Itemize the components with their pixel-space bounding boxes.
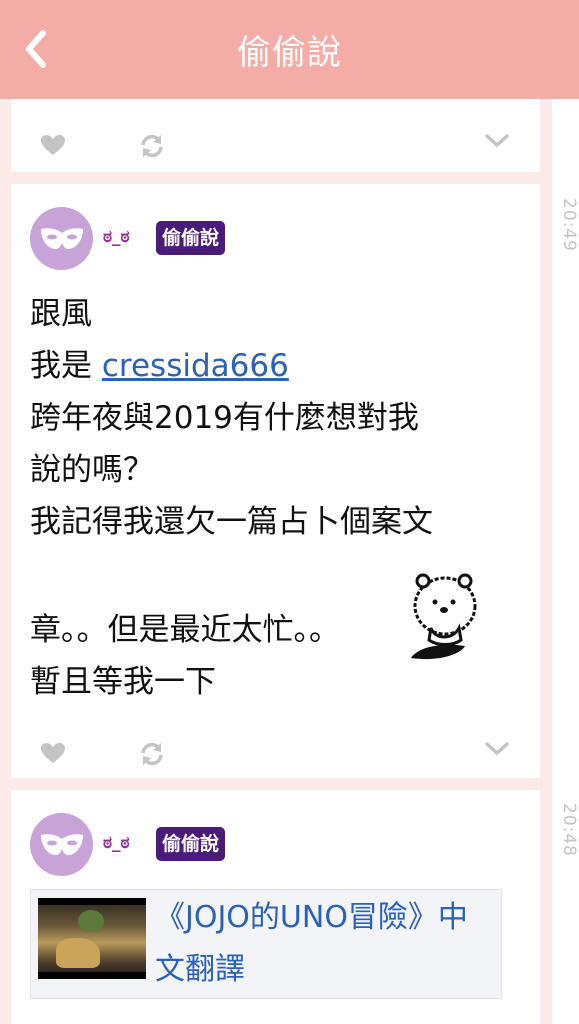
post-card: ಠ_ಠ 偷偷說 跟風 我是 cressida666 跨年夜與2019有什麼想對我… [11, 184, 540, 778]
post-line: 我是 cressida666 [30, 340, 510, 392]
thumbnail-bar [38, 898, 146, 905]
avatar[interactable] [30, 813, 93, 876]
bear-sticker-icon [411, 573, 477, 660]
avatar[interactable] [30, 207, 93, 270]
mask-icon [40, 833, 83, 855]
thumbnail-plant [78, 910, 104, 932]
username[interactable]: ಠ_ಠ [103, 833, 130, 853]
back-button[interactable] [16, 26, 56, 72]
post-timestamp: 20:48 [559, 803, 579, 857]
board-tag[interactable]: 偷偷說 [156, 221, 226, 255]
thumbnail-figure [56, 938, 100, 968]
repost-icon[interactable] [139, 741, 165, 767]
post-line: 跟風 [30, 296, 92, 332]
heart-icon[interactable] [40, 742, 66, 764]
heart-icon[interactable] [40, 134, 66, 156]
post-line-text: 我是 [30, 348, 92, 384]
username[interactable]: ಠ_ಠ [103, 227, 130, 247]
chevron-left-icon [26, 30, 46, 68]
board-tag[interactable]: 偷偷說 [156, 827, 226, 861]
post-timestamp: 20:49 [559, 198, 579, 252]
chevron-down-icon[interactable] [484, 132, 510, 150]
post-card-previous [11, 99, 540, 172]
post-actions [11, 735, 540, 771]
post-line: 暫且等我一下 [30, 664, 216, 700]
post-line: 我記得我還欠一篇占卜個案文 [30, 504, 433, 540]
app-header: 偷偷說 [0, 0, 579, 99]
post-actions [11, 127, 540, 163]
mention-link[interactable]: cressida666 [102, 348, 289, 384]
thumbnail-bar [38, 972, 146, 979]
post-line: 說的嗎？ [30, 452, 154, 488]
post-card: ಠ_ಠ 偷偷說 《JOJO的UNO冒險》中文翻譯 [11, 790, 540, 1024]
mask-icon [40, 227, 83, 249]
link-title[interactable]: 《JOJO的UNO冒險》中文翻譯 [155, 892, 495, 996]
page-title: 偷偷說 [237, 33, 342, 73]
chevron-down-icon[interactable] [484, 740, 510, 758]
video-thumbnail [38, 898, 146, 979]
link-preview[interactable]: 《JOJO的UNO冒險》中文翻譯 [30, 889, 502, 999]
repost-icon[interactable] [139, 133, 165, 159]
post-line: 跨年夜與2019有什麼想對我 [30, 400, 419, 436]
